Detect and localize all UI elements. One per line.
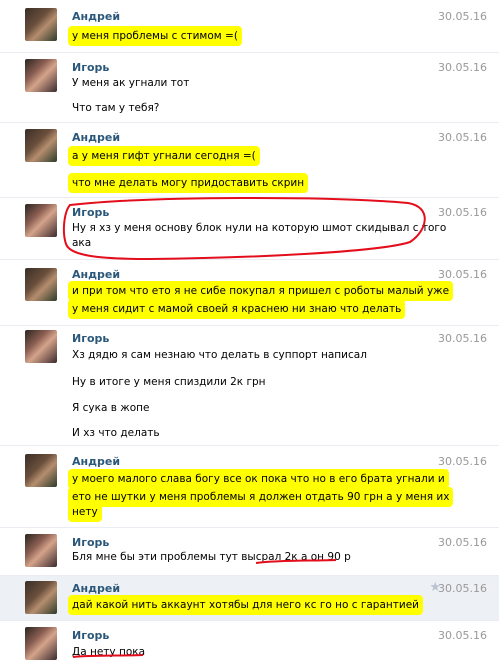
avatar[interactable] xyxy=(25,581,57,614)
message: Игорь 30.05.16 Да нету пока xyxy=(0,620,499,667)
message-text: нету xyxy=(68,502,104,522)
message: Игорь 30.05.16 Хз дядю я сам незнаю что … xyxy=(0,325,499,445)
sender-name[interactable]: Игорь xyxy=(72,536,109,549)
message: Игорь 30.05.16 Ну я хз у меня основу бло… xyxy=(0,197,499,259)
avatar[interactable] xyxy=(25,454,57,487)
message-date[interactable]: 30.05.16 xyxy=(438,131,487,144)
sender-name[interactable]: Игорь xyxy=(72,332,109,345)
sender-name[interactable]: Игорь xyxy=(72,629,109,642)
sender-name[interactable]: Андрей xyxy=(72,582,120,595)
message-text: у меня сидит с мамой своей я краснею ни … xyxy=(68,299,407,319)
message-text: И хз что делать xyxy=(72,427,160,439)
message-text: Ну в итоге у меня спиздили 2к грн xyxy=(72,376,266,388)
sender-name[interactable]: Андрей xyxy=(72,268,120,281)
message-date[interactable]: 30.05.16 xyxy=(438,629,487,642)
avatar[interactable] xyxy=(25,534,57,567)
message-text: Да нету пока xyxy=(72,646,146,658)
message-date[interactable]: 30.05.16 xyxy=(438,582,487,595)
sender-name[interactable]: Игорь xyxy=(72,61,109,74)
message-text: дай какой нить аккаунт хотябы для него к… xyxy=(68,595,425,615)
avatar[interactable] xyxy=(25,330,57,363)
avatar[interactable] xyxy=(25,8,57,41)
avatar[interactable] xyxy=(25,268,57,301)
message: Андрей 30.05.16 у меня проблемы с стимом… xyxy=(0,0,499,52)
message-date[interactable]: 30.05.16 xyxy=(438,268,487,281)
message-date[interactable]: 30.05.16 xyxy=(438,206,487,219)
message-date[interactable]: 30.05.16 xyxy=(438,536,487,549)
message-text: Ну я хз у меня основу блок нули на котор… xyxy=(72,222,447,234)
message-text: Я сука в жопе xyxy=(72,402,150,414)
message-text: что мне делать могу придоставить скрин xyxy=(68,173,310,193)
message-date[interactable]: 30.05.16 xyxy=(438,332,487,345)
avatar[interactable] xyxy=(25,59,57,92)
message-text: а у меня гифт угнали сегодня =( xyxy=(68,146,262,166)
message-text: и при том что ето я не сибе покупал я пр… xyxy=(68,281,455,301)
message: Андрей 30.05.16 а у меня гифт угнали сег… xyxy=(0,122,499,197)
message-text: ето не шутки у меня проблемы я должен от… xyxy=(68,487,455,507)
message-date[interactable]: 30.05.16 xyxy=(438,61,487,74)
avatar[interactable] xyxy=(25,627,57,660)
message-text: Что там у тебя? xyxy=(72,102,160,114)
sender-name[interactable]: Андрей xyxy=(72,455,120,468)
sender-name[interactable]: Игорь xyxy=(72,206,109,219)
avatar[interactable] xyxy=(25,204,57,237)
message-date[interactable]: 30.05.16 xyxy=(438,10,487,23)
message-text: у моего малого слава богу все ок пока чт… xyxy=(68,469,451,489)
message: Андрей ★ 30.05.16 дай какой нить аккаунт… xyxy=(0,575,499,620)
sender-name[interactable]: Андрей xyxy=(72,10,120,23)
message-text: Бля мне бы эти проблемы тут высрал 2к а … xyxy=(72,551,351,563)
message: Игорь 30.05.16 Бля мне бы эти проблемы т… xyxy=(0,527,499,575)
message-text: ака xyxy=(72,237,92,249)
message: Андрей 30.05.16 и при том что ето я не с… xyxy=(0,259,499,325)
message-text: У меня ак угнали тот xyxy=(72,77,190,89)
avatar[interactable] xyxy=(25,129,57,162)
message: Андрей 30.05.16 у моего малого слава бог… xyxy=(0,445,499,527)
sender-name[interactable]: Андрей xyxy=(72,131,120,144)
message-text: у меня проблемы с стимом =( xyxy=(68,26,244,46)
message-text: Хз дядю я сам незнаю что делать в суппор… xyxy=(72,349,367,361)
message-date[interactable]: 30.05.16 xyxy=(438,455,487,468)
message: Игорь 30.05.16 У меня ак угнали тот Что … xyxy=(0,52,499,122)
